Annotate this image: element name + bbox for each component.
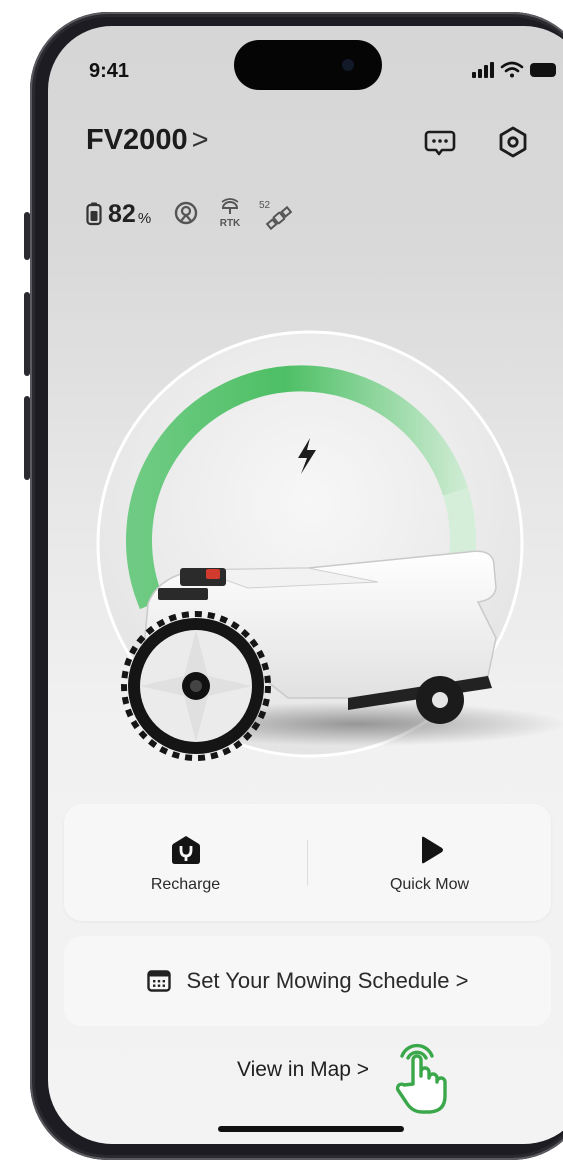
messages-button[interactable]: [420, 122, 460, 162]
hand-pointer-icon: [395, 1043, 447, 1114]
battery-unit: %: [137, 209, 152, 227]
cellular-signal-icon: [472, 62, 494, 78]
chevron-right-icon: >: [356, 1058, 370, 1081]
app-screen: 9:41 FV2000 > 82 % RTK 52 Recharge Quick…: [48, 26, 563, 1144]
home-indicator: [218, 1126, 404, 1132]
schedule-label: Set Your Mowing Schedule: [186, 968, 450, 993]
volume-down-button: [24, 396, 30, 480]
battery-percent: 82: [108, 199, 136, 228]
chevron-right-icon: >: [455, 968, 469, 993]
status-row: 82 % RTK 52: [86, 194, 293, 234]
mower-status-graphic: [96, 330, 563, 761]
play-icon: [421, 836, 443, 864]
action-button: [24, 212, 30, 260]
quick-mow-label: Quick Mow: [389, 876, 470, 893]
view-in-map-row: View in Map >: [48, 1058, 563, 1082]
dynamic-island: [234, 40, 382, 90]
recharge-label: Recharge: [150, 876, 221, 893]
chevron-right-icon: >: [191, 124, 209, 156]
status-battery-icon: [530, 63, 556, 77]
volume-up-button: [24, 292, 30, 376]
signal-icon: [174, 201, 198, 225]
view-in-map-link[interactable]: View in Map >: [237, 1058, 369, 1082]
quick-mow-button[interactable]: Quick Mow: [308, 804, 551, 921]
device-selector[interactable]: FV2000 >: [86, 124, 209, 157]
rtk-label: RTK: [220, 218, 241, 229]
calendar-icon: [146, 970, 171, 992]
chat-icon: [424, 130, 456, 156]
recharge-button[interactable]: Recharge: [64, 804, 307, 921]
quick-actions-card: Recharge Quick Mow: [64, 804, 551, 921]
battery-icon: [86, 202, 102, 226]
device-name: FV2000: [86, 124, 188, 156]
recharge-home-icon: [171, 836, 200, 864]
status-time: 9:41: [89, 60, 130, 82]
status-icons: [472, 61, 556, 78]
satellite-icon: 52: [259, 200, 293, 231]
settings-button[interactable]: [493, 122, 533, 162]
wifi-icon: [500, 61, 524, 78]
rtk-icon: RTK: [220, 198, 241, 229]
view-in-map-label: View in Map: [236, 1058, 351, 1081]
settings-icon: [499, 126, 527, 158]
mowing-schedule-button[interactable]: Set Your Mowing Schedule >: [64, 936, 551, 1026]
satellite-count: 52: [259, 200, 271, 211]
